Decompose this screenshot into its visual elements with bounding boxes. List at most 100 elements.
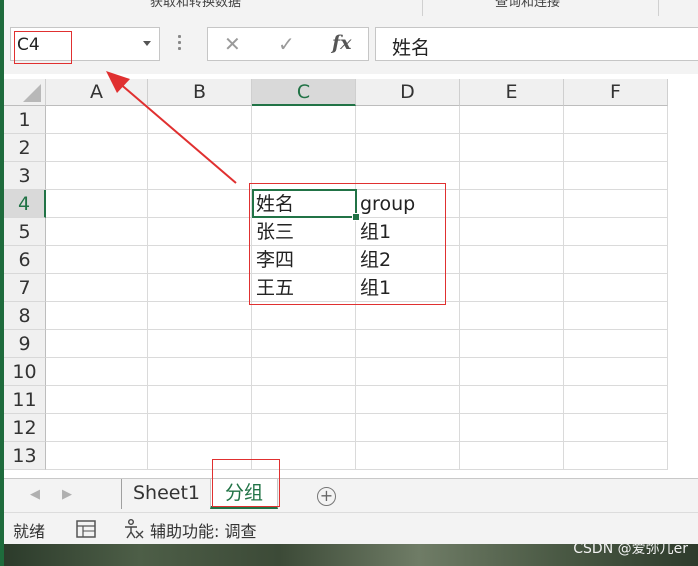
cell-d2[interactable] xyxy=(356,134,460,162)
cell-a10[interactable] xyxy=(46,358,148,386)
column-header-b[interactable]: B xyxy=(148,79,252,106)
column-header-e[interactable]: E xyxy=(460,79,564,106)
column-header-d[interactable]: D xyxy=(356,79,460,106)
scroll-right-icon[interactable]: ▶ xyxy=(62,487,72,502)
cell-e1[interactable] xyxy=(460,106,564,134)
row-header-12[interactable]: 12 xyxy=(4,414,46,442)
cell-b9[interactable] xyxy=(148,330,252,358)
scroll-left-icon[interactable]: ◀ xyxy=(30,487,40,502)
cell-e12[interactable] xyxy=(460,414,564,442)
cell-f13[interactable] xyxy=(564,442,668,470)
cell-f2[interactable] xyxy=(564,134,668,162)
cell-a7[interactable] xyxy=(46,274,148,302)
formula-content[interactable]: 姓名 xyxy=(392,33,430,60)
cell-b5[interactable] xyxy=(148,218,252,246)
cell-e13[interactable] xyxy=(460,442,564,470)
row-header-8[interactable]: 8 xyxy=(4,302,46,330)
formula-input[interactable]: 姓名 xyxy=(375,27,698,61)
cell-e9[interactable] xyxy=(460,330,564,358)
cell-e11[interactable] xyxy=(460,386,564,414)
cell-a13[interactable] xyxy=(46,442,148,470)
row-header-10[interactable]: 10 xyxy=(4,358,46,386)
cell-b8[interactable] xyxy=(148,302,252,330)
cell-a2[interactable] xyxy=(46,134,148,162)
cell-b10[interactable] xyxy=(148,358,252,386)
cell-a6[interactable] xyxy=(46,246,148,274)
cell-b12[interactable] xyxy=(148,414,252,442)
fill-handle[interactable] xyxy=(352,213,360,221)
cell-b1[interactable] xyxy=(148,106,252,134)
cell-e3[interactable] xyxy=(460,162,564,190)
select-all-corner[interactable] xyxy=(4,79,46,106)
cell-f12[interactable] xyxy=(564,414,668,442)
cell-d11[interactable] xyxy=(356,386,460,414)
name-box[interactable]: C4 xyxy=(10,27,160,61)
accessibility-icon[interactable] xyxy=(123,518,145,540)
cancel-icon[interactable]: ✕ xyxy=(224,32,241,56)
cell-f10[interactable] xyxy=(564,358,668,386)
cell-b11[interactable] xyxy=(148,386,252,414)
sheet-tab-group[interactable]: 分组 xyxy=(210,479,278,509)
cell-f9[interactable] xyxy=(564,330,668,358)
cell-d4[interactable]: group xyxy=(356,190,460,218)
row-header-1[interactable]: 1 xyxy=(4,106,46,134)
cell-a3[interactable] xyxy=(46,162,148,190)
cell-f1[interactable] xyxy=(564,106,668,134)
cell-e10[interactable] xyxy=(460,358,564,386)
row-header-4[interactable]: 4 xyxy=(4,190,46,218)
cell-b2[interactable] xyxy=(148,134,252,162)
name-box-value[interactable]: C4 xyxy=(17,35,40,55)
cell-c5[interactable]: 张三 xyxy=(252,218,356,246)
cell-c2[interactable] xyxy=(252,134,356,162)
sheet-stats-icon[interactable] xyxy=(76,520,96,538)
cell-e5[interactable] xyxy=(460,218,564,246)
cell-d10[interactable] xyxy=(356,358,460,386)
cell-c12[interactable] xyxy=(252,414,356,442)
fx-icon[interactable]: fx xyxy=(332,32,352,54)
row-header-7[interactable]: 7 xyxy=(4,274,46,302)
cell-d3[interactable] xyxy=(356,162,460,190)
cell-c1[interactable] xyxy=(252,106,356,134)
cell-a12[interactable] xyxy=(46,414,148,442)
cell-d1[interactable] xyxy=(356,106,460,134)
column-header-c[interactable]: C xyxy=(252,79,356,106)
cell-b13[interactable] xyxy=(148,442,252,470)
cell-a8[interactable] xyxy=(46,302,148,330)
cell-d6[interactable]: 组2 xyxy=(356,246,460,274)
cell-e6[interactable] xyxy=(460,246,564,274)
cell-e2[interactable] xyxy=(460,134,564,162)
cell-a9[interactable] xyxy=(46,330,148,358)
cell-c3[interactable] xyxy=(252,162,356,190)
cell-f8[interactable] xyxy=(564,302,668,330)
cell-d9[interactable] xyxy=(356,330,460,358)
cell-f11[interactable] xyxy=(564,386,668,414)
cell-c13[interactable] xyxy=(252,442,356,470)
cell-c9[interactable] xyxy=(252,330,356,358)
cell-d8[interactable] xyxy=(356,302,460,330)
add-sheet-icon[interactable]: + xyxy=(317,487,336,506)
sheet-tab-sheet1[interactable]: Sheet1 xyxy=(121,479,211,509)
status-accessibility[interactable]: 辅助功能: 调查 xyxy=(150,518,256,542)
cell-f4[interactable] xyxy=(564,190,668,218)
dropdown-icon[interactable] xyxy=(143,41,151,46)
cell-b7[interactable] xyxy=(148,274,252,302)
cell-a5[interactable] xyxy=(46,218,148,246)
cell-e7[interactable] xyxy=(460,274,564,302)
worksheet-grid[interactable]: A B C D E F 1 2 3 4 姓名 group 5 张三 组1 6 李四 组2 7 王五 组1 8 9 10 11 12… xyxy=(0,79,698,478)
cell-e8[interactable] xyxy=(460,302,564,330)
cell-d7[interactable]: 组1 xyxy=(356,274,460,302)
cell-f6[interactable] xyxy=(564,246,668,274)
cell-c4[interactable]: 姓名 xyxy=(252,190,356,218)
cell-b6[interactable] xyxy=(148,246,252,274)
cell-f7[interactable] xyxy=(564,274,668,302)
select-all-icon[interactable] xyxy=(23,84,41,102)
cell-e4[interactable] xyxy=(460,190,564,218)
column-header-f[interactable]: F xyxy=(564,79,668,106)
cell-a1[interactable] xyxy=(46,106,148,134)
cell-a4[interactable] xyxy=(46,190,148,218)
drag-handle-icon[interactable] xyxy=(178,35,182,53)
cell-d12[interactable] xyxy=(356,414,460,442)
cell-a11[interactable] xyxy=(46,386,148,414)
enter-icon[interactable]: ✓ xyxy=(278,32,295,56)
cell-d13[interactable] xyxy=(356,442,460,470)
